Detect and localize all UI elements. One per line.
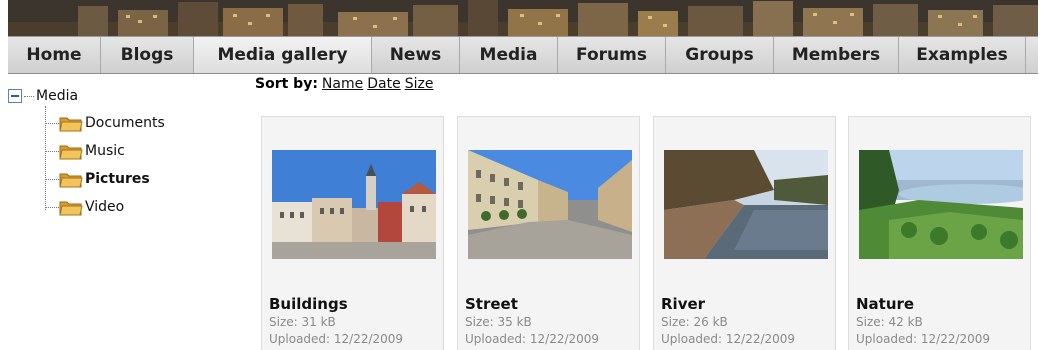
nav-home[interactable]: Home xyxy=(8,37,101,73)
folder-icon xyxy=(59,201,83,216)
thumbnail-river[interactable] xyxy=(664,150,828,259)
folder-icon xyxy=(59,145,83,160)
gallery-card-nature[interactable]: Nature Size: 42 kB Uploaded: 12/22/2009 xyxy=(848,116,1031,350)
nav-news[interactable]: News xyxy=(372,37,460,73)
tree-item-video[interactable]: Video xyxy=(45,196,124,218)
nav-groups[interactable]: Groups xyxy=(666,37,774,73)
card-uploaded: Uploaded: 12/22/2009 xyxy=(269,332,404,346)
folder-icon xyxy=(59,117,83,132)
card-title[interactable]: Street xyxy=(465,295,518,313)
card-title[interactable]: Nature xyxy=(856,295,914,313)
gallery-card-buildings[interactable]: Buildings Size: 31 kB Uploaded: 12/22/20… xyxy=(261,116,444,350)
sort-label: Sort by: xyxy=(255,76,318,92)
nav-media[interactable]: Media xyxy=(460,37,558,73)
nav-members[interactable]: Members xyxy=(774,37,899,73)
thumbnail-nature[interactable] xyxy=(859,150,1023,259)
card-size: Size: 42 kB xyxy=(856,315,923,329)
nav-media-gallery[interactable]: Media gallery xyxy=(194,37,372,73)
nav-examples[interactable]: Examples xyxy=(899,37,1026,73)
card-size: Size: 31 kB xyxy=(269,315,336,329)
thumbnail-buildings[interactable] xyxy=(272,150,436,259)
card-title[interactable]: Buildings xyxy=(269,295,348,313)
thumbnail-street[interactable] xyxy=(468,150,632,259)
sort-bar: Sort by: Name Date Size xyxy=(255,76,433,92)
main-nav: Home Blogs Media gallery News Media Foru… xyxy=(8,36,1038,74)
gallery-card-river[interactable]: River Size: 26 kB Uploaded: 12/22/2009 xyxy=(653,116,836,350)
sort-by-name-link[interactable]: Name xyxy=(322,76,363,92)
card-uploaded: Uploaded: 12/22/2009 xyxy=(856,332,991,346)
tree-item-label[interactable]: Documents xyxy=(85,115,165,131)
sort-by-date-link[interactable]: Date xyxy=(367,76,400,92)
tree-root-media[interactable]: Media xyxy=(8,88,78,104)
nav-forums[interactable]: Forums xyxy=(558,37,666,73)
gallery-card-street[interactable]: Street Size: 35 kB Uploaded: 12/22/2009 xyxy=(457,116,640,350)
card-title[interactable]: River xyxy=(661,295,705,313)
tree-item-documents[interactable]: Documents xyxy=(45,112,165,134)
card-uploaded: Uploaded: 12/22/2009 xyxy=(661,332,796,346)
card-uploaded: Uploaded: 12/22/2009 xyxy=(465,332,600,346)
tree-item-music[interactable]: Music xyxy=(45,140,125,162)
tree-root-label[interactable]: Media xyxy=(36,88,78,104)
sort-by-size-link[interactable]: Size xyxy=(405,76,434,92)
folder-icon xyxy=(59,173,83,188)
card-size: Size: 26 kB xyxy=(661,315,728,329)
tree-item-label[interactable]: Music xyxy=(85,143,125,159)
minus-box-icon[interactable] xyxy=(8,89,22,103)
tree-item-pictures[interactable]: Pictures xyxy=(45,168,150,190)
nav-blogs[interactable]: Blogs xyxy=(101,37,194,73)
tree-item-label[interactable]: Video xyxy=(85,199,124,215)
header-banner xyxy=(8,0,1038,36)
card-size: Size: 35 kB xyxy=(465,315,532,329)
tree-item-label[interactable]: Pictures xyxy=(85,171,150,187)
city-skyline-image xyxy=(8,0,1038,36)
